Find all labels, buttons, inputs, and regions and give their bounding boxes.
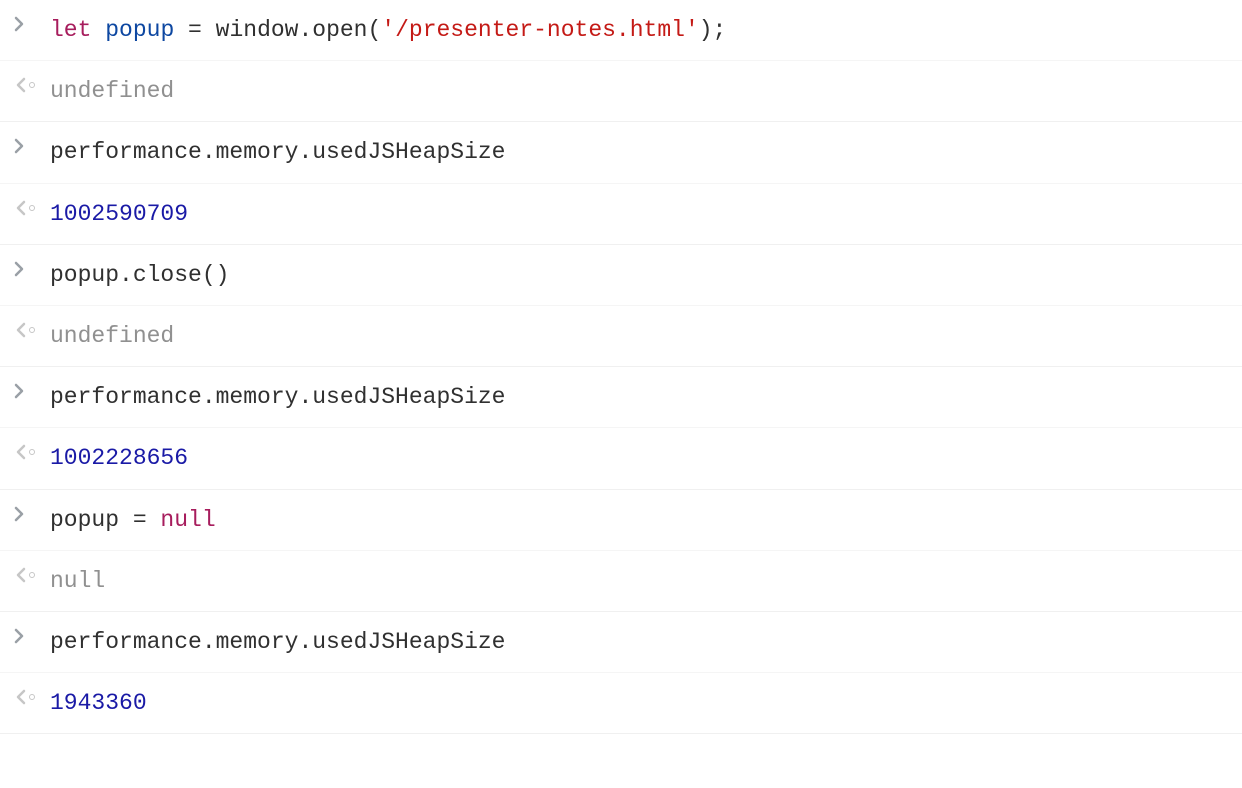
output-arrow-icon — [14, 200, 35, 216]
console-input-text[interactable]: performance.memory.usedJSHeapSize — [50, 136, 1232, 168]
console-log: let popup = window.open('/presenter-note… — [0, 0, 1242, 734]
code-token: 1943360 — [50, 690, 147, 716]
code-token: popup.close() — [50, 262, 229, 288]
row-gutter — [14, 626, 50, 644]
row-gutter — [14, 75, 50, 93]
console-input-row: popup = null — [0, 490, 1242, 551]
code-token: null — [50, 568, 105, 594]
code-token: = window.open( — [174, 17, 381, 43]
console-output-text: undefined — [50, 75, 1232, 107]
chevron-right-icon — [14, 506, 26, 522]
row-gutter — [14, 14, 50, 32]
code-token: undefined — [50, 78, 174, 104]
console-output-row: 1943360 — [0, 673, 1242, 734]
output-arrow-icon — [14, 444, 35, 460]
console-output-text: 1002228656 — [50, 442, 1232, 474]
row-gutter — [14, 198, 50, 216]
console-input-row: performance.memory.usedJSHeapSize — [0, 122, 1242, 183]
console-output-row: 1002590709 — [0, 184, 1242, 245]
row-gutter — [14, 565, 50, 583]
code-token: performance.memory.usedJSHeapSize — [50, 384, 505, 410]
code-token: let — [50, 17, 91, 43]
console-output-text: undefined — [50, 320, 1232, 352]
code-token: '/presenter-notes.html' — [381, 17, 698, 43]
row-gutter — [14, 259, 50, 277]
console-input-row: performance.memory.usedJSHeapSize — [0, 612, 1242, 673]
chevron-right-icon — [14, 16, 26, 32]
chevron-right-icon — [14, 383, 26, 399]
console-output-row: 1002228656 — [0, 428, 1242, 489]
console-output-text: 1943360 — [50, 687, 1232, 719]
output-arrow-icon — [14, 77, 35, 93]
console-input-text[interactable]: performance.memory.usedJSHeapSize — [50, 381, 1232, 413]
chevron-right-icon — [14, 628, 26, 644]
code-token: 1002590709 — [50, 201, 188, 227]
chevron-right-icon — [14, 261, 26, 277]
console-output-text: 1002590709 — [50, 198, 1232, 230]
row-gutter — [14, 381, 50, 399]
chevron-right-icon — [14, 138, 26, 154]
row-gutter — [14, 442, 50, 460]
row-gutter — [14, 687, 50, 705]
code-token: performance.memory.usedJSHeapSize — [50, 139, 505, 165]
code-token: ); — [699, 17, 727, 43]
console-output-text: null — [50, 565, 1232, 597]
row-gutter — [14, 504, 50, 522]
console-input-row: performance.memory.usedJSHeapSize — [0, 367, 1242, 428]
code-token: performance.memory.usedJSHeapSize — [50, 629, 505, 655]
code-token: popup — [105, 17, 174, 43]
output-arrow-icon — [14, 322, 35, 338]
console-output-row: undefined — [0, 306, 1242, 367]
code-token: popup = — [50, 507, 160, 533]
console-input-text[interactable]: popup = null — [50, 504, 1232, 536]
console-output-row: null — [0, 551, 1242, 612]
code-token: undefined — [50, 323, 174, 349]
row-gutter — [14, 320, 50, 338]
code-token — [91, 17, 105, 43]
console-input-row: let popup = window.open('/presenter-note… — [0, 0, 1242, 61]
console-input-row: popup.close() — [0, 245, 1242, 306]
console-input-text[interactable]: popup.close() — [50, 259, 1232, 291]
code-token: 1002228656 — [50, 445, 188, 471]
console-output-row: undefined — [0, 61, 1242, 122]
row-gutter — [14, 136, 50, 154]
console-input-text[interactable]: performance.memory.usedJSHeapSize — [50, 626, 1232, 658]
output-arrow-icon — [14, 689, 35, 705]
code-token: null — [160, 507, 215, 533]
console-input-text[interactable]: let popup = window.open('/presenter-note… — [50, 14, 1232, 46]
output-arrow-icon — [14, 567, 35, 583]
